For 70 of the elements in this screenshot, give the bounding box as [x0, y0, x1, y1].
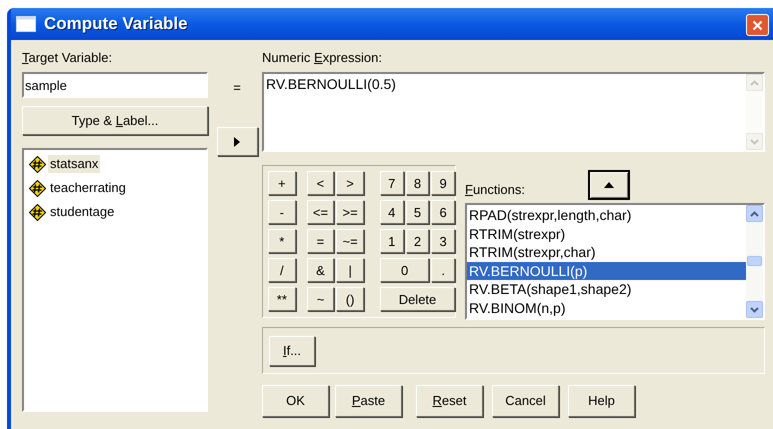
function-item[interactable]: RPAD(strexpr,length,char)	[467, 206, 746, 224]
equals-sign: =	[233, 80, 241, 95]
keypad-key[interactable]: 7	[380, 171, 404, 195]
up-arrow-icon	[604, 182, 614, 188]
keypad-key[interactable]: |	[336, 258, 364, 282]
keypad-key[interactable]: .	[431, 258, 456, 282]
variable-item[interactable]: teacherrating	[48, 179, 128, 197]
variable-item[interactable]: statsanx	[48, 155, 100, 173]
keypad-key[interactable]: *	[268, 229, 296, 253]
function-item[interactable]: RV.BETA(shape1,shape2)	[467, 280, 746, 298]
keypad-key[interactable]: 0	[380, 258, 430, 282]
keypad-key[interactable]: **	[268, 287, 296, 311]
numeric-expression-label: Numeric Expression:	[262, 50, 383, 65]
keypad-key[interactable]: 6	[431, 200, 455, 224]
keypad-key[interactable]: <	[306, 171, 334, 195]
right-arrow-icon	[234, 136, 240, 146]
scrollbar[interactable]	[746, 74, 763, 150]
function-up-button[interactable]	[588, 170, 630, 200]
expression-field[interactable]: RV.BERNOULLI(0.5)	[262, 72, 765, 152]
numeric-variable-icon	[29, 156, 46, 172]
target-variable-label: Target Variable:	[22, 50, 114, 65]
dialog-button[interactable]: Help	[568, 385, 635, 417]
keypad-key[interactable]: 3	[431, 229, 455, 253]
keypad-key[interactable]: /	[268, 258, 296, 282]
expression-text: RV.BERNOULLI(0.5)	[265, 75, 397, 94]
scroll-down-icon	[750, 306, 759, 312]
keypad-key[interactable]: 8	[406, 171, 430, 195]
keypad-key[interactable]: ~	[306, 287, 334, 311]
function-item[interactable]: RTRIM(strexpr)	[467, 224, 746, 243]
keypad-key[interactable]: Delete	[380, 287, 455, 311]
if-button[interactable]: If...	[269, 336, 315, 366]
keypad-key[interactable]: ~=	[336, 229, 364, 253]
keypad-key[interactable]: 9	[431, 171, 455, 195]
keypad-key[interactable]: 5	[406, 200, 430, 224]
window-title: Compute Variable	[44, 13, 188, 36]
numeric-variable-icon	[29, 180, 46, 196]
numeric-variable-icon	[29, 204, 46, 220]
keypad-key[interactable]: -	[268, 200, 296, 224]
keypad-key[interactable]: 1	[380, 229, 404, 253]
keypad-key[interactable]: +	[268, 171, 296, 195]
scrollbar[interactable]	[746, 205, 763, 318]
keypad-key[interactable]: &	[306, 258, 334, 282]
type-label-button[interactable]: Type & Label...	[22, 106, 208, 135]
dialog-button[interactable]: Reset	[416, 385, 483, 417]
keypad-key[interactable]: >=	[336, 200, 364, 224]
keypad-key[interactable]: >	[336, 171, 364, 195]
keypad-key[interactable]: ()	[336, 287, 364, 311]
target-variable-field[interactable]: sample	[22, 72, 208, 98]
window-icon	[16, 16, 36, 32]
keypad-key[interactable]: =	[306, 229, 334, 253]
function-list[interactable]: RPAD(strexpr,length,char) RTRIM(strexpr) RTRIM(strexpr,char) RV.BERNOULLI(p) RV.BETA(shape1,shape2) RV.BINOM(n,p)	[465, 203, 765, 320]
functions-label: Functions:	[465, 182, 525, 197]
function-item[interactable]: RTRIM(strexpr,char)	[467, 243, 746, 262]
dialog-button[interactable]: Paste	[335, 385, 402, 417]
scroll-up-icon	[750, 80, 759, 86]
dialog-button[interactable]: Cancel	[492, 385, 559, 417]
keypad-key[interactable]: 2	[406, 229, 430, 253]
keypad-key[interactable]: 4	[380, 200, 404, 224]
scroll-up-icon	[750, 210, 759, 216]
function-item[interactable]: RV.BINOM(n,p)	[467, 298, 746, 317]
close-icon	[752, 20, 763, 30]
close-button[interactable]	[746, 14, 769, 36]
variable-item[interactable]: studentage	[48, 203, 116, 221]
dialog-button[interactable]: OK	[262, 385, 329, 417]
keypad-key[interactable]: <=	[306, 200, 334, 224]
variable-list[interactable]: statsanx teacherrating studentage	[22, 148, 208, 412]
scroll-down-icon	[750, 138, 759, 144]
scroll-thumb[interactable]	[747, 256, 762, 266]
function-item[interactable]: RV.BERNOULLI(p)	[467, 262, 746, 280]
move-right-button[interactable]	[216, 127, 258, 156]
